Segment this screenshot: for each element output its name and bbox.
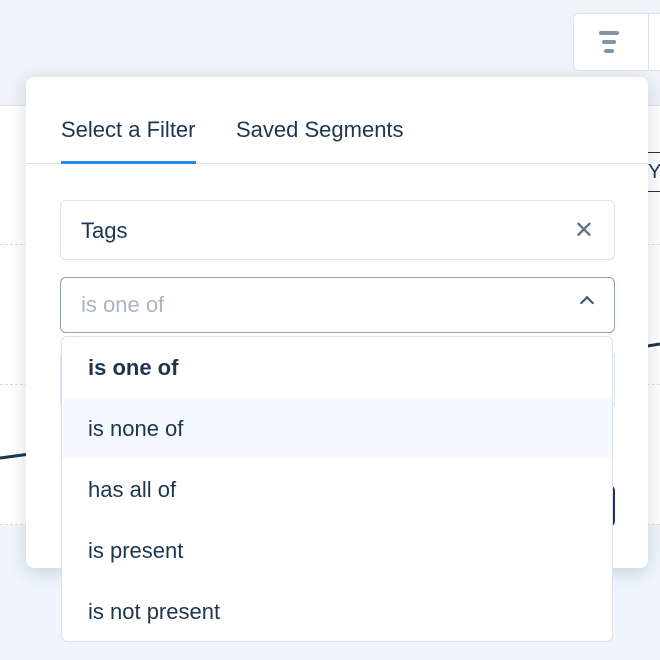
chevron-up-icon [579,295,595,311]
filter-lines-icon [599,31,619,58]
property-field[interactable]: Tags ✕ [60,200,615,260]
partial-label: Y [648,152,660,192]
operator-dropdown-menu: is one of is none of has all of is prese… [61,336,613,642]
filter-button[interactable] [573,13,660,71]
close-icon[interactable]: ✕ [574,216,594,245]
operator-placeholder: is one of [81,292,165,317]
operator-select[interactable]: is one of [60,277,615,333]
filter-tabs: Select a Filter Saved Segments [26,77,648,164]
tab-saved-segments[interactable]: Saved Segments [236,117,404,164]
option-is-one-of[interactable]: is one of [62,337,612,398]
option-has-all-of[interactable]: has all of [62,459,612,520]
tab-select-a-filter[interactable]: Select a Filter [61,117,196,164]
property-value: Tags [81,218,128,243]
option-is-present[interactable]: is present [62,520,612,581]
toolbar-divider [648,14,649,70]
option-is-not-present[interactable]: is not present [62,581,612,641]
option-is-none-of[interactable]: is none of [62,398,612,459]
